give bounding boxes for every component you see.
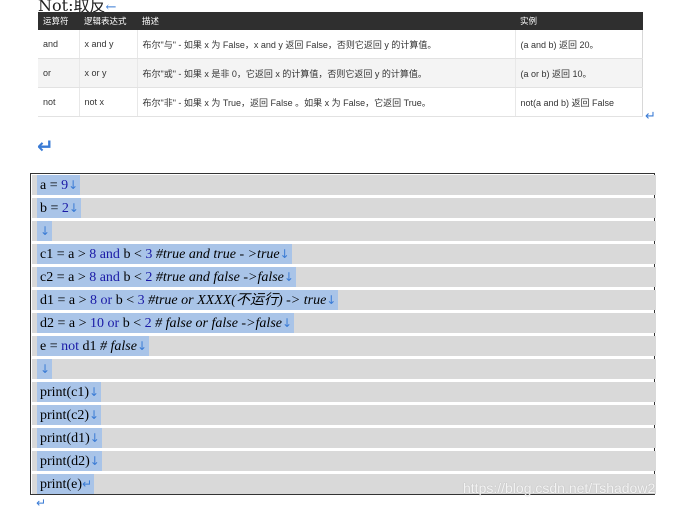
code-text: print(e)↵	[37, 474, 95, 494]
table-row: and x and y 布尔"与" - 如果 x 为 False，x and y…	[38, 30, 643, 59]
newline-mark-icon: ↓	[40, 362, 51, 376]
cell-description: 布尔"或" - 如果 x 是非 0，它返回 x 的计算值，否则它返回 y 的计算…	[137, 58, 516, 88]
newline-mark-icon: ↓	[283, 270, 294, 284]
code-line: ↓	[32, 359, 656, 379]
newline-mark-icon: ↓	[40, 224, 51, 238]
cell-example: (a or b) 返回 10。	[515, 58, 643, 88]
cell-expression: x and y	[79, 30, 138, 59]
code-text: e = not d1 # false↓	[37, 336, 150, 356]
code-text: print(c2)↓	[37, 405, 102, 425]
code-line: print(c1)↓	[32, 382, 656, 402]
code-block: a = 9↓ b = 2↓ ↓ c1 = a > 8 and b < 3 #tr…	[30, 173, 656, 495]
end-mark-icon: ↵	[81, 477, 93, 491]
code-text: print(d2)↓	[37, 451, 102, 471]
code-text: d2 = a > 10 or b < 2 # false or false ->…	[37, 313, 295, 333]
code-text: b = 2↓	[37, 198, 81, 218]
header-description: 描述	[137, 12, 515, 30]
code-text: ↓	[37, 221, 53, 241]
code-line: c2 = a > 8 and b < 2 #true and false ->f…	[32, 267, 656, 287]
cell-example: (a and b) 返回 20。	[515, 30, 643, 59]
cell-expression: x or y	[79, 58, 138, 88]
code-line: c1 = a > 8 and b < 3 #true and true - >t…	[32, 244, 656, 264]
header-example: 实例	[515, 12, 643, 30]
newline-mark-icon: ↓	[279, 247, 290, 261]
paragraph-mark-icon: ↵	[36, 496, 47, 510]
cell-operator: and	[38, 30, 80, 59]
code-line: a = 9↓	[32, 175, 656, 195]
cell-expression: not x	[79, 87, 138, 117]
code-text: print(c1)↓	[37, 382, 102, 402]
cell-operator: not	[38, 87, 80, 117]
code-line: print(c2)↓	[32, 405, 656, 425]
cell-example: not(a and b) 返回 False	[515, 87, 643, 117]
code-line: ↓	[32, 221, 656, 241]
code-text: print(d1)↓	[37, 428, 102, 448]
cell-description: 布尔"与" - 如果 x 为 False，x and y 返回 False，否则…	[137, 30, 516, 59]
newline-mark-icon: ↓	[68, 201, 79, 215]
paragraph-mark-icon: ↵	[37, 134, 54, 158]
code-text: d1 = a > 8 or b < 3 #true or XXXX(不运行) -…	[37, 290, 339, 310]
code-line: print(d1)↓	[32, 428, 656, 448]
code-line: d1 = a > 8 or b < 3 #true or XXXX(不运行) -…	[32, 290, 656, 310]
newline-mark-icon: ↓	[89, 454, 100, 468]
paragraph-mark-icon: ↵	[645, 109, 656, 124]
table-row: or x or y 布尔"或" - 如果 x 是非 0，它返回 x 的计算值，否…	[38, 58, 643, 88]
newline-mark-icon: ↓	[136, 339, 148, 353]
code-line: b = 2↓	[32, 198, 656, 218]
header-expression: 逻辑表达式	[79, 12, 137, 30]
cell-description: 布尔"非" - 如果 x 为 True，返回 False 。如果 x 为 Fal…	[137, 87, 516, 117]
newline-mark-icon: ↓	[281, 316, 293, 330]
table-row: not not x 布尔"非" - 如果 x 为 True，返回 False 。…	[38, 87, 643, 117]
code-text: c2 = a > 8 and b < 2 #true and false ->f…	[37, 267, 296, 287]
newline-mark-icon: ↓	[89, 431, 100, 445]
code-text: c1 = a > 8 and b < 3 #true and true - >t…	[37, 244, 292, 264]
logical-operators-table: 运算符 逻辑表达式 描述 实例 and x and y 布尔"与" - 如果 x…	[38, 12, 643, 117]
newline-mark-icon: ↓	[326, 293, 337, 307]
code-line: e = not d1 # false↓	[32, 336, 656, 356]
table-header-row: 运算符 逻辑表达式 描述 实例	[38, 12, 643, 30]
code-text: a = 9↓	[37, 175, 81, 195]
header-operator: 运算符	[38, 12, 79, 30]
cell-operator: or	[38, 58, 80, 88]
code-line: print(d2)↓	[32, 451, 656, 471]
watermark: https://blog.csdn.net/Tshadow2	[463, 480, 656, 496]
code-line: d2 = a > 10 or b < 2 # false or false ->…	[32, 313, 656, 333]
newline-mark-icon: ↓	[88, 408, 100, 422]
newline-mark-icon: ↓	[88, 385, 100, 399]
newline-mark-icon: ↓	[68, 178, 79, 192]
code-text: ↓	[37, 359, 53, 379]
